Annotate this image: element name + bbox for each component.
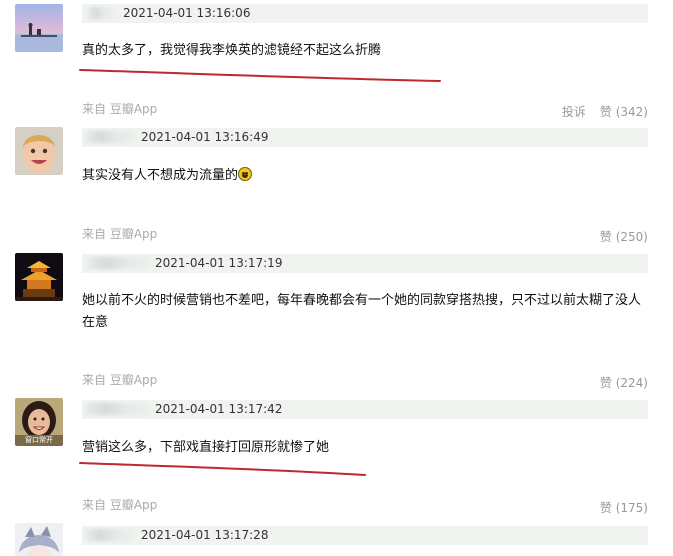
username-redacted[interactable] [88, 7, 114, 19]
smiley-emoji-icon [238, 167, 253, 181]
comment-text: 营销这么多，下部戏直接打回原形就惨了她 [82, 440, 330, 455]
report-link[interactable]: 投诉 [562, 105, 586, 119]
comment-actions: 赞 (224) [586, 374, 648, 391]
comment-source: 来自 豆瓣App [82, 373, 158, 387]
like-button[interactable]: 赞 (224) [600, 376, 648, 390]
username-redacted[interactable] [86, 529, 134, 541]
comment-meta-bar: 2021-04-01 13:17:19 [82, 254, 648, 273]
comment-meta-bar: 2021-04-01 13:16:06 [82, 4, 648, 23]
avatar-caption: 窗口常开 [25, 436, 53, 444]
comment-text-body: 其实没有人不想成为流量的 [82, 168, 239, 183]
like-button[interactable]: 赞 (250) [600, 230, 648, 244]
avatar-image-child-face [15, 127, 63, 175]
comment-meta-bar: 2021-04-01 13:16:49 [82, 128, 648, 147]
comment-actions: 赞 (250) [586, 228, 648, 245]
username-redacted[interactable] [86, 131, 136, 143]
avatar[interactable]: 窗口常开 [15, 398, 63, 446]
comment-meta-bar: 2021-04-01 13:17:28 [82, 526, 648, 545]
avatar[interactable] [15, 127, 63, 175]
username-redacted[interactable] [88, 257, 150, 269]
like-button[interactable]: 赞 (342) [600, 105, 648, 119]
avatar[interactable] [15, 4, 63, 52]
comment-actions: 赞 (175) [586, 499, 648, 516]
avatar[interactable] [15, 523, 63, 556]
avatar[interactable] [15, 253, 63, 301]
comment-text: 真的太多了，我觉得我李焕英的滤镜经不起这么折腾 [82, 43, 382, 58]
timestamp: 2021-04-01 13:17:28 [141, 528, 269, 542]
avatar-image-pier-sunset [15, 4, 63, 52]
avatar-image-night-pagoda [15, 253, 63, 301]
comment-text: 其实没有人不想成为流量的 [82, 165, 652, 187]
timestamp: 2021-04-01 13:17:19 [155, 256, 283, 270]
username-redacted[interactable] [86, 403, 150, 415]
comment-source: 来自 豆瓣App [82, 498, 158, 512]
comment-source: 来自 豆瓣App [82, 227, 158, 241]
comment-actions: 投诉赞 (342) [548, 103, 648, 120]
timestamp: 2021-04-01 13:16:49 [141, 130, 269, 144]
timestamp: 2021-04-01 13:17:42 [155, 402, 283, 416]
comment-text: 她以前不火的时候营销也不差吧，每年春晚都会有一个她的同款穿搭热搜，只不过以前太糊… [82, 293, 642, 330]
timestamp: 2021-04-01 13:16:06 [123, 6, 251, 20]
like-button[interactable]: 赞 (175) [600, 501, 648, 515]
avatar-image-anime-character [15, 523, 63, 556]
comment-source: 来自 豆瓣App [82, 102, 158, 116]
comment-meta-bar: 2021-04-01 13:17:42 [82, 400, 648, 419]
